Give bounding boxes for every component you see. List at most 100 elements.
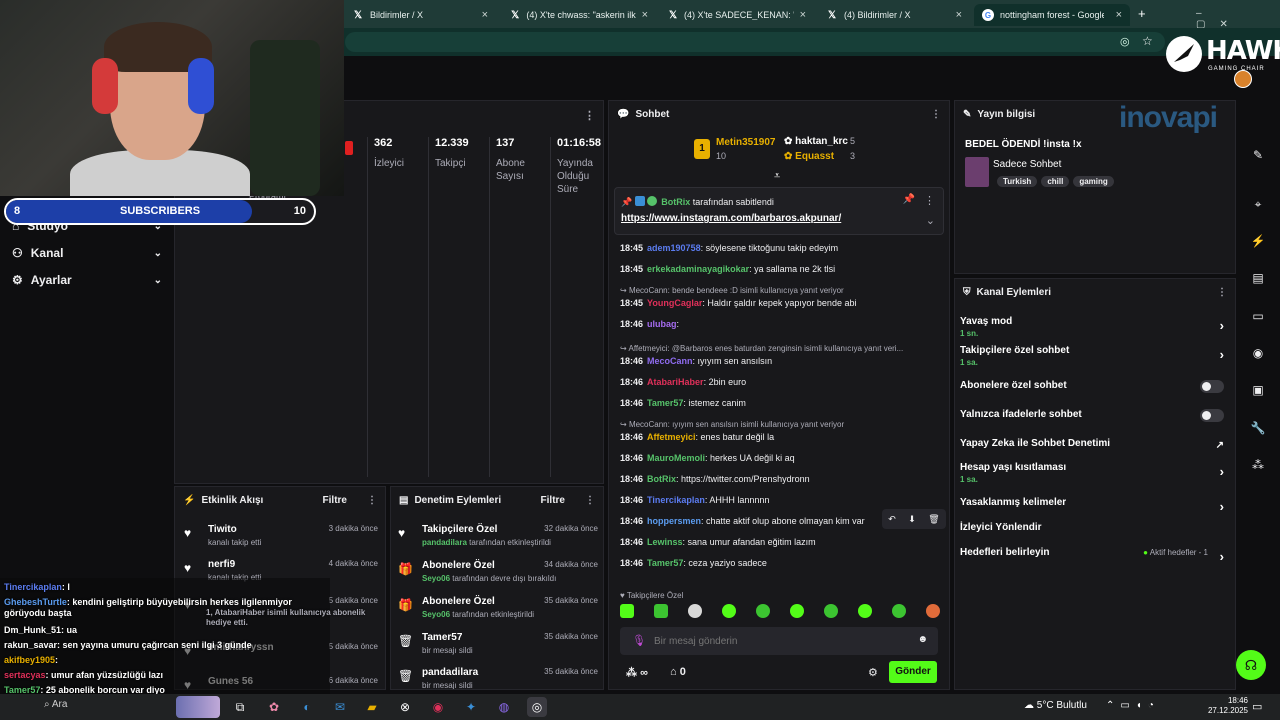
discord-icon[interactable]: ◍ [494,697,514,717]
stream-tag[interactable]: Turkish [997,176,1038,187]
category-name[interactable]: Sadece Sohbet [993,159,1061,170]
stream-tag[interactable]: gaming [1073,176,1114,187]
close-icon[interactable]: × [642,9,648,21]
system-tray[interactable]: ⌃▭◖◔ [1106,700,1160,711]
chat-message[interactable]: 18:46 Tinercikaplan: AHHH lannnnn [620,494,945,506]
more-options-icon[interactable]: ⋮ [585,495,595,506]
window-controls[interactable]: –▢✕ [1196,8,1256,30]
app-icon[interactable]: ✦ [461,697,481,717]
pin-icon[interactable]: 📌 [903,194,915,205]
emote-icon[interactable] [620,604,634,618]
close-icon[interactable]: × [956,9,962,21]
channel-points[interactable]: ⁂ ∞ [626,666,648,679]
folder-icon[interactable]: ▰ [362,697,382,717]
action-goals[interactable]: Hedefleri belirleyin ● Aktif hedefler - 1… [960,547,1228,575]
task-view-icon[interactable]: ⧉ [230,697,250,717]
browser-tab[interactable]: 𝕏 (4) Bildirimler / X × [818,4,970,26]
emote-icon[interactable] [824,604,838,618]
action-emote-only[interactable]: Yalnızca ifadelerle sohbet [960,409,1228,437]
category-thumbnail[interactable] [965,157,989,187]
close-icon[interactable]: × [800,9,806,21]
more-options-icon[interactable]: ⋮ [1217,287,1227,298]
target-icon[interactable]: ⌖ [1245,191,1271,217]
close-icon[interactable]: × [482,9,488,21]
expand-icon[interactable]: ⩡ [774,170,780,183]
address-bar[interactable] [345,32,1165,52]
more-options-icon[interactable]: ⋮ [924,194,935,207]
action-slow-mode[interactable]: Yavaş mod 1 sn. › [960,316,1228,344]
chat-message[interactable]: 18:45 adem190758: söylesene tiktoğunu tak… [620,242,945,254]
moderation-icon[interactable]: ▣ [1245,377,1271,403]
chevron-down-icon[interactable]: ⌄ [926,214,935,227]
xbox-icon[interactable]: ⊗ [395,697,415,717]
emote-icon[interactable] [892,604,906,618]
document-icon[interactable]: ▤ [1245,265,1271,291]
taskbar-search[interactable]: ⌕ Ara [44,699,164,715]
obs-icon[interactable]: ◎ [527,697,547,717]
send-button[interactable]: Gönder [889,661,937,683]
emote-icon[interactable] [654,604,668,618]
emote-icon[interactable] [790,604,804,618]
mail-icon[interactable]: ✉ [330,697,350,717]
emote-icon[interactable] [756,604,770,618]
reply-icon[interactable]: ↶ [888,514,896,525]
copilot-icon[interactable]: ✿ [264,697,284,717]
chat-message[interactable]: 18:46 Tamer57: istemez canim [620,397,945,409]
filter-button[interactable]: Filtre [323,495,347,506]
chat-message[interactable]: 18:46 Tamer57: ceza yaziyo sadece [620,557,945,569]
action-followers-only[interactable]: Takipçilere özel sohbet 1 sa. › [960,345,1228,373]
pinned-link[interactable]: https://www.instagram.com/barbaros.akpun… [621,213,841,224]
clock[interactable]: 18:46 27.12.2025 [1204,696,1248,716]
browser-tab[interactable]: 𝕏(4) X'te chwass: "askerin ilk gün× [502,4,656,26]
bookmark-star-icon[interactable]: ☆ [1142,34,1153,48]
action-raid[interactable]: İzleyici Yönlendir [960,522,1228,550]
close-icon[interactable]: × [1116,9,1122,21]
chat-settings-icon[interactable]: ⚙ [868,666,878,679]
filter-button[interactable]: Filtre [541,495,565,506]
support-icon[interactable]: ☊ [1236,650,1266,680]
edge-icon[interactable]: ◐ [297,697,317,717]
browser-tab-active[interactable]: Gnottingham forest - Google'da× [974,4,1130,26]
chat-message[interactable]: 18:46 MecoCann: ıyıyım sen ansılsın [620,355,945,367]
toggle-switch[interactable] [1200,380,1224,393]
more-options-icon[interactable]: ⋮ [367,495,377,506]
chat-message[interactable]: 18:46 AtabariHaber: 2bin euro [620,376,945,388]
browser-tab[interactable]: 𝕏 Bildirimler / X × [344,4,496,26]
gift-counter[interactable]: ⌂ 0 [670,666,686,678]
action-subscribers-only[interactable]: Abonelere özel sohbet [960,380,1228,408]
leader-name[interactable]: Metin351907 [716,137,775,148]
points-icon[interactable]: ⁂ [1245,452,1271,478]
action-account-age[interactable]: Hesap yaşı kısıtlaması 1 sa. › [960,462,1228,490]
leader-name[interactable]: ✿ Equasst [784,151,834,162]
more-options-icon[interactable]: ⋮ [931,109,941,120]
chat-input[interactable] [654,633,904,649]
microphone-icon[interactable]: 🎙 [632,634,646,647]
emote-icon[interactable] [688,604,702,618]
notification-icon[interactable]: ▭ [1252,700,1262,713]
pin-icon[interactable]: ⬇ [908,514,916,525]
chat-message[interactable]: 18:46 Lewinss: sana umur afandan eğitim l… [620,536,945,548]
chat-input-box[interactable]: 🎙 ☻ [620,627,938,655]
avatar[interactable] [1234,70,1252,88]
incognito-icon[interactable]: ◎ [1120,35,1130,48]
emote-icon[interactable] [926,604,940,618]
weather-widget[interactable]: ☁ 5°C Bulutlu [1024,700,1087,711]
sidebar-item-channel[interactable]: ⚇ Kanal ⌄ [12,241,162,265]
chat-message[interactable]: 18:46 MauroMemoli: herkes UA değil ki aq [620,452,945,464]
chat-message[interactable]: 18:46 BotRix: https://twitter.com/Prenshy… [620,473,945,485]
new-tab-button[interactable]: + [1138,6,1146,21]
chat-message[interactable]: 18:46 ulubag: [620,318,945,330]
leader-name[interactable]: ✿ haktan_krc [784,136,848,147]
chat-icon[interactable]: ▭ [1245,303,1271,329]
bolt-icon[interactable]: ⚡ [1245,228,1271,254]
broadcast-icon[interactable]: ◉ [1245,340,1271,366]
pencil-icon[interactable]: ✎ [1245,142,1271,168]
chat-message[interactable]: 18:46 Affetmeyici: enes batur değil la [620,431,945,443]
trash-icon[interactable]: 🗑 [928,514,939,525]
wrench-icon[interactable]: 🔧 [1245,415,1271,441]
chat-message[interactable]: 18:45 YoungCaglar: Haldır şaldır kepek ya… [620,297,945,309]
browser-tab[interactable]: 𝕏(4) X'te SADECE_KENAN: "Öz y× [660,4,814,26]
emote-icon[interactable] [722,604,736,618]
action-banned-words[interactable]: Yasaklanmış kelimeler › [960,497,1228,525]
emoji-icon[interactable]: ☻ [917,634,928,645]
